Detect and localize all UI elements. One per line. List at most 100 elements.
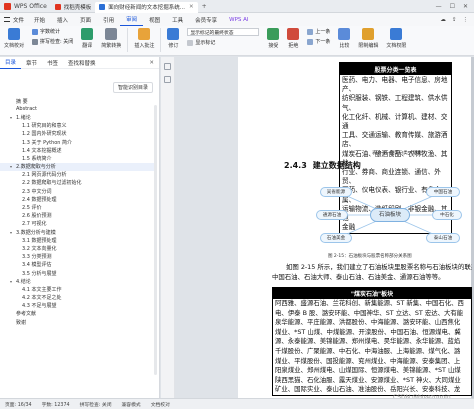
toc-item[interactable]: 3.1 数据预处理: [0, 236, 156, 244]
toc-item-label: 2.7 可视化: [22, 221, 47, 228]
show-markup-button[interactable]: 显示标记: [187, 39, 259, 46]
outline-icon[interactable]: [164, 63, 171, 70]
word-count-button[interactable]: 字数统计: [32, 28, 73, 35]
toc-item[interactable]: 2.1 网页源代码分析: [0, 171, 156, 179]
table-line: 医药、电力、电器、电子信息、房地产、: [342, 76, 448, 94]
toc-item[interactable]: 3.3 分类预测: [0, 253, 156, 261]
toc-item[interactable]: 1.2 国内外研究现状: [0, 130, 156, 138]
file-menu[interactable]: 文件: [0, 16, 28, 24]
menu-wps-ai[interactable]: WPS AI: [223, 13, 254, 26]
reject-button[interactable]: 拒绝: [283, 28, 303, 49]
display-mode-select[interactable]: 显示标记的最终状态: [187, 28, 260, 36]
accept-button[interactable]: 接受: [263, 28, 283, 49]
track-changes-button[interactable]: 修订: [163, 28, 183, 49]
toc-item-label: 4.1 本文主要工作: [22, 286, 62, 293]
menu-home[interactable]: 开始: [28, 13, 51, 26]
compare-button[interactable]: 比较: [334, 28, 354, 49]
ribbon-divider: [127, 28, 129, 52]
doc-verify-status[interactable]: 文档校对: [146, 401, 175, 408]
toc-item[interactable]: 摘 要: [0, 97, 156, 105]
toc-item[interactable]: 1.3 关于 Python 简介: [0, 138, 156, 146]
menu-insert[interactable]: 插入: [51, 13, 74, 26]
table-line: 阳泉煤业、郑州煤电、山煤国际、恒源煤电、美锦能源、*ST 山煤: [275, 366, 461, 375]
app-name: WPS Office: [14, 2, 47, 10]
maximize-icon[interactable]: ☐: [450, 3, 455, 10]
menu-references[interactable]: 引用: [97, 13, 120, 26]
menu-page[interactable]: 页面: [74, 13, 97, 26]
table-header: 股票分类一览表: [340, 63, 451, 75]
restrict-edit-button[interactable]: 限制编辑: [354, 28, 382, 49]
toc-item[interactable]: 4.2 本文不足之处: [0, 294, 156, 302]
close-window-icon[interactable]: ✕: [463, 3, 468, 10]
menu-member[interactable]: 会员专享: [189, 13, 223, 26]
toc-item[interactable]: 3.2 文本向量化: [0, 244, 156, 252]
toc-item[interactable]: 2.7 可视化: [0, 220, 156, 228]
toc-item[interactable]: ▾ 1.绪论: [0, 113, 156, 121]
toc-item[interactable]: 3.4 模型评估: [0, 261, 156, 269]
wps-home-tab[interactable]: WPS Office: [0, 0, 51, 13]
cloud-icon[interactable]: ☁: [440, 17, 446, 23]
tab-document[interactable]: 面向财经新闻的文本挖掘系统... ✕: [95, 1, 198, 13]
toc-item[interactable]: 2.2 数据爬取与过滤初始化: [0, 179, 156, 187]
doc-proofread-button[interactable]: 文档校对: [0, 28, 28, 49]
prev-change-button[interactable]: 上一条: [307, 28, 330, 35]
tab-toc[interactable]: 目录: [0, 57, 22, 69]
toc-item[interactable]: ▾ 4.结论: [0, 277, 156, 285]
tab-find-replace[interactable]: 查找和替换: [63, 57, 101, 69]
ribbon-label: 拒绝: [288, 43, 299, 49]
page-indicator[interactable]: 页面: 16/34: [0, 401, 37, 408]
menu-review[interactable]: 审阅: [120, 13, 144, 26]
toc-item[interactable]: ▾ 3.数据分析与建模: [0, 228, 156, 236]
ribbon-label: 简繁转换: [101, 43, 122, 49]
toc-item[interactable]: 4.1 本文主要工作: [0, 285, 156, 293]
tab-bookmarks[interactable]: 书签: [42, 57, 63, 69]
toc-item[interactable]: ▾ 2.数据爬取与分析: [0, 162, 156, 171]
track-changes-icon: [167, 28, 180, 40]
template-icon: [54, 4, 61, 10]
toc-item[interactable]: 2.3 中文分词: [0, 187, 156, 195]
toc-item[interactable]: 2.4 数据预处理: [0, 195, 156, 203]
toc-item[interactable]: 致谢: [0, 318, 156, 326]
share-icon[interactable]: ⇪: [452, 17, 457, 23]
menu-tools[interactable]: 工具: [166, 13, 189, 26]
next-change-button[interactable]: 下一条: [307, 38, 330, 45]
smart-toc-button[interactable]: 智能识别目录: [112, 82, 153, 93]
close-tab-icon[interactable]: ✕: [189, 4, 194, 10]
toc-item[interactable]: 2.6 股价预测: [0, 212, 156, 220]
word-count[interactable]: 字数: 12374: [37, 401, 75, 408]
lock-icon: [362, 28, 375, 40]
more-icon[interactable]: ⋮: [463, 17, 469, 23]
toc-item[interactable]: 3.5 分析与展望: [0, 269, 156, 277]
close-pane-icon[interactable]: ✕: [149, 60, 159, 66]
toc-item[interactable]: Abstract: [0, 105, 156, 113]
thumbnail-icon[interactable]: [164, 76, 171, 83]
ribbon-label: 字数统计: [40, 29, 61, 35]
toc-item-label: 2.1 网页源代码分析: [22, 172, 67, 179]
tab-chapters[interactable]: 章节: [21, 57, 42, 69]
pane-scrollbar[interactable]: [154, 105, 157, 375]
toc-item[interactable]: 4.3 不足与展望: [0, 302, 156, 310]
spell-check-status[interactable]: 拼写检查: 关闭: [75, 401, 117, 408]
window-controls: — ☐ ✕: [436, 3, 474, 10]
convert-button[interactable]: 简繁转换: [97, 28, 125, 49]
toc-item[interactable]: 1.1 研究目的和意义: [0, 122, 156, 130]
tab-label: 面向财经新闻的文本挖掘系统...: [108, 5, 186, 11]
minimize-icon[interactable]: —: [436, 3, 442, 10]
menu-view[interactable]: 视图: [143, 13, 166, 26]
translate-button[interactable]: 翻译: [77, 28, 97, 49]
insert-comment-button[interactable]: 插入批注: [130, 28, 158, 49]
spell-check-button[interactable]: 拼写检查: 关闭: [32, 38, 73, 45]
toc-item[interactable]: 参考文献: [0, 310, 156, 318]
table-line: 陕西黑猫、石化油服、露天煤业、安源煤业、*ST 神火、大同煤业: [275, 375, 461, 384]
section-heading: 2.4.3 建立数据结构: [284, 160, 361, 171]
new-tab-button[interactable]: +: [198, 3, 211, 10]
doc-permission-button[interactable]: 文档权限: [382, 28, 410, 49]
toc-item-label: 1.3 关于 Python 简介: [22, 139, 73, 146]
toc-item[interactable]: 1.5 系统简介: [0, 154, 156, 162]
toc-item[interactable]: 2.5 评价: [0, 203, 156, 211]
diagram-node: 通源石油: [316, 210, 348, 220]
table-body: 阿西雅、盛源石油、兰花科创、新集能源、ST 新集、中国石化、西 电、伊泰 B 股、…: [273, 299, 471, 395]
comment-icon: [138, 28, 151, 40]
tab-template[interactable]: 找稻壳模板: [51, 2, 96, 13]
toc-item[interactable]: 1.4 文本挖掘概述: [0, 146, 156, 154]
